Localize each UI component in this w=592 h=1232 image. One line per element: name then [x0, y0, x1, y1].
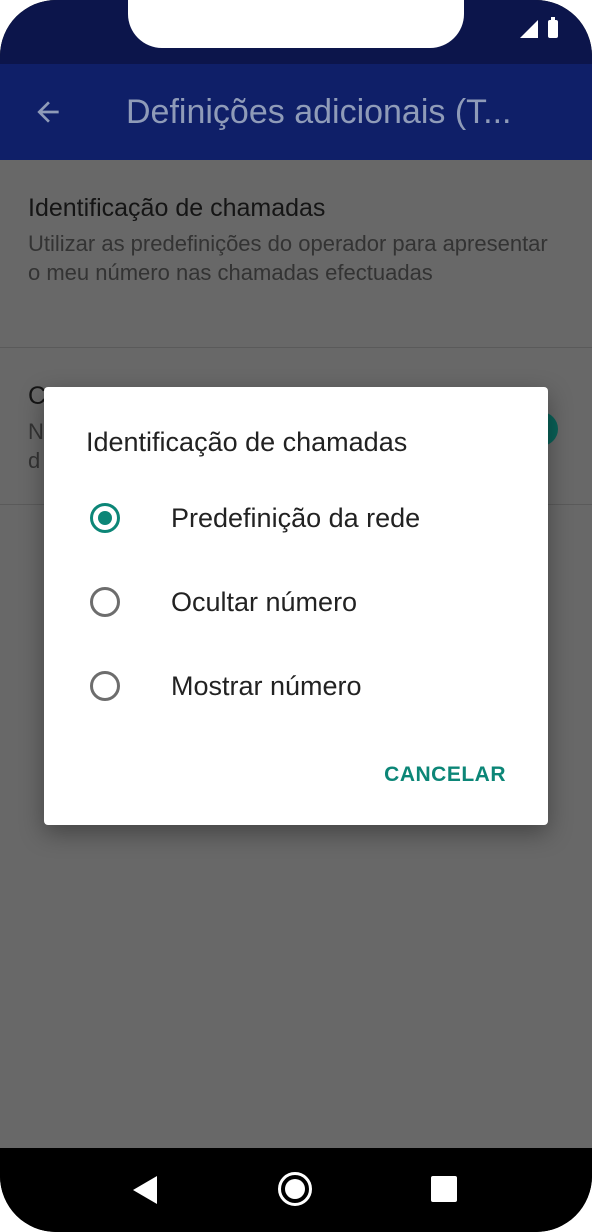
- signal-icon: [520, 20, 538, 38]
- radio-unchecked-icon[interactable]: [90, 587, 120, 617]
- status-icons: [520, 17, 558, 38]
- phone-screen: Definições adicionais (T... Identificaçã…: [0, 0, 592, 1232]
- status-bar: [0, 0, 592, 64]
- option-label: Ocultar número: [171, 586, 358, 617]
- triangle-back-icon[interactable]: [133, 1176, 157, 1204]
- battery-icon: [548, 17, 558, 38]
- back-button[interactable]: [8, 64, 88, 160]
- page-title: Definições adicionais (T...: [126, 92, 512, 131]
- pref-summary: Utilizar as predefinições do operador pa…: [28, 231, 548, 285]
- pref-title: Identificação de chamadas: [28, 194, 326, 222]
- option-label: Predefinição da rede: [171, 502, 421, 533]
- app-bar: Definições adicionais (T...: [0, 64, 592, 160]
- pref-caller-id[interactable]: Identificação de chamadas Utilizar as pr…: [0, 194, 592, 287]
- cancel-button[interactable]: CANCELAR: [384, 763, 506, 787]
- radio-unchecked-icon[interactable]: [90, 671, 120, 701]
- arrow-left-icon: [37, 101, 59, 123]
- dialog-title: Identificação de chamadas: [86, 427, 408, 457]
- navigation-bar: [0, 1148, 592, 1232]
- radio-checked-icon[interactable]: [90, 503, 120, 533]
- option-show-number[interactable]: Mostrar número: [44, 644, 548, 728]
- square-recents-icon[interactable]: [431, 1176, 457, 1202]
- camera-notch: [128, 0, 464, 48]
- caller-id-dialog: Identificação de chamadas Predefinição d…: [44, 387, 548, 825]
- option-label: Mostrar número: [171, 670, 362, 701]
- circle-home-icon[interactable]: [278, 1172, 312, 1206]
- option-network-default[interactable]: Predefinição da rede: [44, 476, 548, 560]
- option-hide-number[interactable]: Ocultar número: [44, 560, 548, 644]
- divider: [0, 347, 592, 348]
